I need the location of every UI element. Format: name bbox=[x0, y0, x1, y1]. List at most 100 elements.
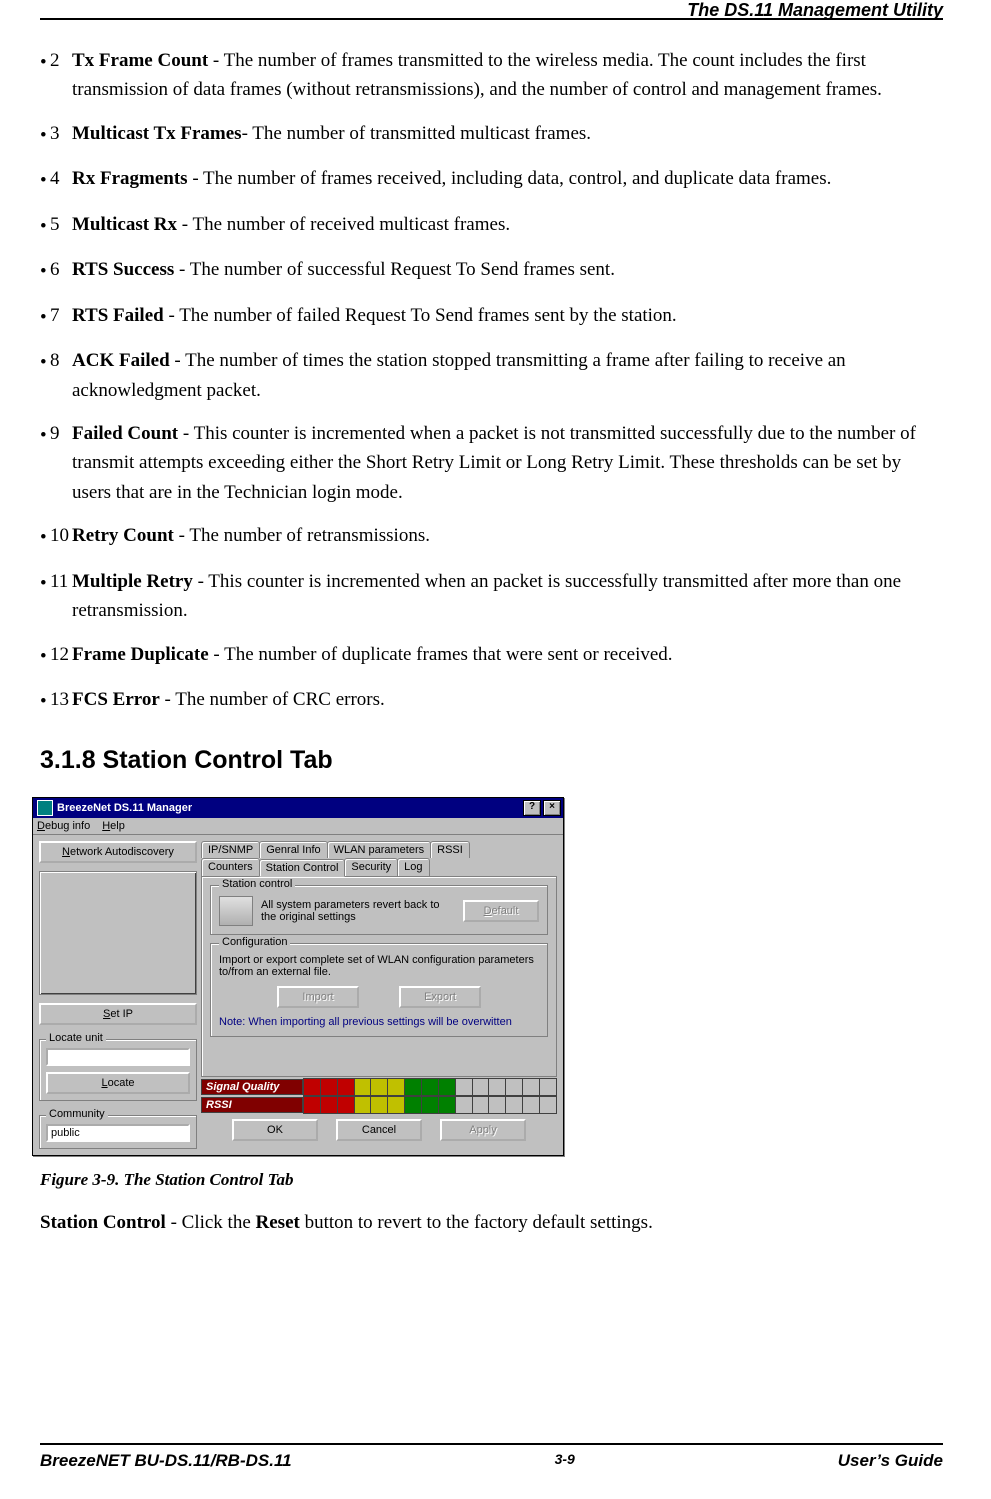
item-desc: - The number of received multicast frame… bbox=[177, 214, 510, 235]
station-control-mid1: - Click the bbox=[166, 1212, 256, 1233]
item-number: 11 bbox=[50, 567, 72, 596]
item-text: Rx Fragments - The number of frames rece… bbox=[72, 164, 931, 193]
help-button[interactable]: ? bbox=[523, 800, 541, 816]
item-term: Retry Count bbox=[72, 525, 174, 546]
ok-button[interactable]: OK bbox=[232, 1119, 318, 1141]
network-autodiscovery-button[interactable]: Network Autodiscovery bbox=[39, 841, 197, 863]
item-number: 4 bbox=[50, 164, 72, 193]
item-term: Multiple Retry bbox=[72, 571, 193, 592]
item-desc: - The number of retransmissions. bbox=[174, 525, 430, 546]
item-desc: - The number of duplicate frames that we… bbox=[209, 644, 673, 665]
item-number: 3 bbox=[50, 119, 72, 148]
configuration-text: Import or export complete set of WLAN co… bbox=[219, 954, 539, 978]
default-label: efault bbox=[492, 905, 519, 917]
station-control-title: Station control bbox=[219, 878, 295, 890]
tab-station-control[interactable]: Station Control bbox=[259, 859, 346, 877]
station-control-paragraph: Station Control - Click the Reset button… bbox=[40, 1208, 931, 1237]
window-titlebar[interactable]: BreezeNet DS.11 Manager ? × bbox=[33, 798, 563, 818]
section-heading: 3.1.8 Station Control Tab bbox=[40, 746, 931, 775]
bullet-icon: • bbox=[40, 419, 50, 450]
figure-caption: Figure 3-9. The Station Control Tab bbox=[40, 1170, 931, 1190]
menu-debug[interactable]: Debug info bbox=[37, 820, 90, 832]
page: The DS.11 Management Utility •2Tx Frame … bbox=[0, 0, 991, 1499]
list-item: •5Multicast Rx - The number of received … bbox=[40, 210, 931, 241]
item-number: 9 bbox=[50, 419, 72, 448]
set-ip-label: et IP bbox=[110, 1008, 133, 1020]
item-text: Multicast Tx Frames- The number of trans… bbox=[72, 119, 931, 148]
tab-log[interactable]: Log bbox=[397, 858, 429, 876]
bullet-icon: • bbox=[40, 255, 50, 286]
tab-counters[interactable]: Counters bbox=[201, 858, 260, 876]
tabs-row-top: IP/SNMP Genral Info WLAN parameters RSSI bbox=[201, 841, 557, 858]
bullet-icon: • bbox=[40, 640, 50, 671]
default-button[interactable]: Default bbox=[463, 900, 539, 922]
item-number: 6 bbox=[50, 255, 72, 284]
signal-quality-bar bbox=[303, 1078, 557, 1096]
locate-unit-title: Locate unit bbox=[46, 1032, 106, 1044]
station-control-text: All system parameters revert back to the… bbox=[261, 899, 455, 923]
signal-quality-meter: Signal Quality bbox=[201, 1079, 557, 1095]
import-button[interactable]: Import bbox=[277, 986, 359, 1008]
tab-security[interactable]: Security bbox=[344, 858, 398, 876]
item-term: Failed Count bbox=[72, 423, 178, 444]
locate-input[interactable] bbox=[46, 1048, 190, 1066]
autodiscovery-label: etwork Autodiscovery bbox=[70, 846, 174, 858]
tab-rssi[interactable]: RSSI bbox=[430, 841, 470, 858]
list-item: •12Frame Duplicate - The number of dupli… bbox=[40, 640, 931, 671]
footer-page: 3-9 bbox=[555, 1451, 575, 1471]
tab-wlan-parameters[interactable]: WLAN parameters bbox=[327, 841, 431, 858]
set-ip-button[interactable]: Set IP bbox=[39, 1003, 197, 1025]
locate-unit-group: Locate unit Locate bbox=[39, 1039, 197, 1101]
item-term: Rx Fragments bbox=[72, 168, 188, 189]
item-text: Failed Count - This counter is increment… bbox=[72, 419, 931, 507]
close-button[interactable]: × bbox=[543, 800, 561, 816]
bullet-icon: • bbox=[40, 301, 50, 332]
apply-button[interactable]: Apply bbox=[440, 1119, 526, 1141]
dialog-button-row: OK Cancel Apply bbox=[201, 1113, 557, 1149]
menu-help-label: elp bbox=[110, 820, 125, 832]
configuration-title: Configuration bbox=[219, 936, 290, 948]
tab-panel: Station control All system parameters re… bbox=[201, 876, 557, 1077]
bullet-icon: • bbox=[40, 210, 50, 241]
left-column: Network Autodiscovery Set IP Locate unit… bbox=[39, 841, 197, 1149]
menu-help[interactable]: Help bbox=[102, 820, 125, 832]
top-rule bbox=[40, 18, 943, 20]
item-term: Frame Duplicate bbox=[72, 644, 209, 665]
item-term: Tx Frame Count bbox=[72, 50, 208, 71]
rssi-bar bbox=[303, 1096, 557, 1114]
menu-debug-label: ebug info bbox=[45, 820, 90, 832]
item-number: 2 bbox=[50, 46, 72, 75]
community-input[interactable]: public bbox=[46, 1124, 190, 1142]
item-text: RTS Success - The number of successful R… bbox=[72, 255, 931, 284]
item-text: FCS Error - The number of CRC errors. bbox=[72, 685, 931, 714]
cancel-button[interactable]: Cancel bbox=[336, 1119, 422, 1141]
item-term: RTS Failed bbox=[72, 305, 164, 326]
definition-list: •2Tx Frame Count - The number of frames … bbox=[40, 46, 931, 716]
bullet-icon: • bbox=[40, 119, 50, 150]
rssi-label: RSSI bbox=[201, 1097, 303, 1113]
locate-label: ocate bbox=[108, 1077, 135, 1089]
item-desc: - The number of times the station stoppe… bbox=[72, 350, 846, 400]
locate-button[interactable]: Locate bbox=[46, 1072, 190, 1094]
tab-general-info[interactable]: Genral Info bbox=[259, 841, 327, 858]
item-term: ACK Failed bbox=[72, 350, 170, 371]
list-item: •13FCS Error - The number of CRC errors. bbox=[40, 685, 931, 716]
export-button[interactable]: Export bbox=[399, 986, 481, 1008]
list-item: •2Tx Frame Count - The number of frames … bbox=[40, 46, 931, 105]
station-control-group: Station control All system parameters re… bbox=[210, 885, 548, 935]
community-title: Community bbox=[46, 1108, 108, 1120]
item-term: Multicast Rx bbox=[72, 214, 177, 235]
reset-word: Reset bbox=[256, 1212, 300, 1233]
item-desc: - The number of CRC errors. bbox=[160, 689, 385, 710]
configuration-note: Note: When importing all previous settin… bbox=[219, 1016, 539, 1028]
station-control-mid2: button to revert to the factory default … bbox=[300, 1212, 653, 1233]
item-term: FCS Error bbox=[72, 689, 160, 710]
list-item: •9Failed Count - This counter is increme… bbox=[40, 419, 931, 507]
item-text: Multicast Rx - The number of received mu… bbox=[72, 210, 931, 239]
manager-window: BreezeNet DS.11 Manager ? × Debug info H… bbox=[32, 797, 564, 1156]
item-number: 12 bbox=[50, 640, 72, 669]
device-list[interactable] bbox=[39, 871, 197, 995]
item-desc: - The number of successful Request To Se… bbox=[174, 259, 615, 280]
tab-ip-snmp[interactable]: IP/SNMP bbox=[201, 841, 260, 858]
footer-right: User’s Guide bbox=[838, 1451, 943, 1471]
